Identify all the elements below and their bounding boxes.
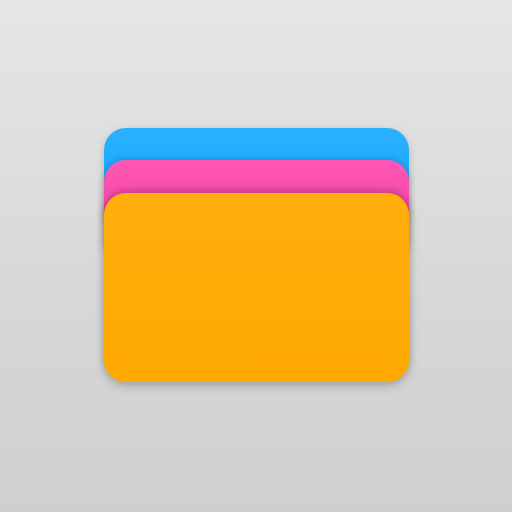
wallet-cards-icon xyxy=(0,0,512,512)
orange-card xyxy=(104,193,409,382)
